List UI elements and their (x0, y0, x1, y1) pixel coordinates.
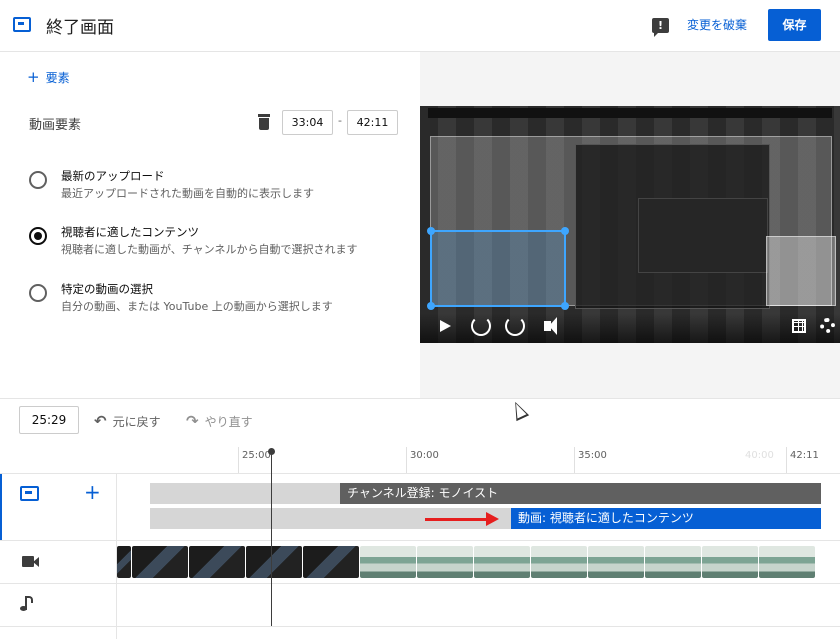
timeline-divider (0, 398, 840, 399)
undo-label: 元に戻す (112, 415, 161, 429)
page-title: 終了画面 (46, 18, 114, 38)
undo-icon: ↶ (94, 412, 107, 430)
add-element-plus-icon[interactable]: + (84, 480, 101, 504)
volume-icon[interactable] (544, 317, 557, 335)
end-time-input[interactable]: 42:11 (347, 110, 398, 135)
video-frame-menubar (428, 108, 832, 118)
end-screen-icon (13, 17, 31, 32)
option-title: 最新のアップロード (61, 169, 165, 183)
video-frame-graph (638, 198, 768, 273)
option-best-for-viewer[interactable]: 視聴者に適したコンテンツ 視聴者に適した動画が、チャンネルから自動で選択されます (29, 224, 409, 264)
undo-button[interactable]: ↶ 元に戻す (94, 412, 161, 430)
resize-handle[interactable] (427, 227, 435, 235)
active-track-indicator (0, 474, 2, 540)
resize-handle[interactable] (561, 302, 569, 310)
option-title: 特定の動画の選択 (61, 282, 153, 296)
forward-icon[interactable] (505, 316, 525, 336)
time-separator: - (338, 114, 342, 127)
track-divider (0, 540, 840, 541)
selected-video-element[interactable] (427, 227, 569, 310)
redo-button[interactable]: ↷ やり直す (186, 412, 253, 430)
add-element-button[interactable]: + 要素 (27, 68, 70, 86)
option-latest-upload[interactable]: 最新のアップロード 最近アップロードされた動画を自動的に表示します (29, 168, 409, 208)
redo-icon: ↷ (186, 412, 199, 430)
thumbnail (645, 546, 701, 578)
video-element-bar[interactable]: 動画: 視聴者に適したコンテンツ (511, 508, 821, 529)
save-button[interactable]: 保存 (768, 9, 821, 41)
subscribe-element-box[interactable] (766, 236, 836, 306)
ruler-tick (406, 447, 407, 473)
option-specific-video[interactable]: 特定の動画の選択 自分の動画、または YouTube 上の動画から選択します (29, 281, 409, 321)
radio-button[interactable] (29, 284, 47, 302)
radio-button[interactable] (29, 171, 47, 189)
ruler-label: 35:00 (578, 450, 607, 461)
thumbnail (360, 546, 416, 578)
radio-button-checked[interactable] (29, 227, 47, 245)
trash-icon[interactable] (258, 114, 270, 130)
ruler-tick (238, 447, 239, 473)
camera-icon (22, 556, 39, 567)
track-divider (0, 626, 840, 627)
video-element-label: 動画要素 (29, 118, 82, 133)
option-description: 最近アップロードされた動画を自動的に表示します (61, 187, 314, 200)
resize-handle[interactable] (561, 227, 569, 235)
ruler-tick (786, 447, 787, 473)
feedback-icon[interactable]: ! (652, 18, 669, 37)
thumbnail (531, 546, 587, 578)
option-title: 視聴者に適したコンテンツ (61, 225, 199, 239)
redo-label: やり直す (204, 415, 253, 429)
end-screen-icon (20, 486, 39, 501)
thumbnail (303, 546, 359, 578)
option-description: 視聴者に適した動画が、チャンネルから自動で選択されます (61, 243, 358, 256)
ruler-label: 40:00 (745, 450, 774, 461)
playhead-handle[interactable] (268, 448, 275, 455)
ruler-label-end: 42:11 (790, 450, 819, 461)
rewind-icon[interactable] (471, 316, 491, 336)
thumbnail (189, 546, 245, 578)
thumbnail (417, 546, 473, 578)
track-divider (0, 583, 840, 584)
start-time-input[interactable]: 33:04 (282, 110, 333, 135)
video-thumbnail-strip[interactable] (117, 546, 821, 578)
editor-header: 終了画面 ! 変更を破棄 保存 (0, 0, 840, 52)
playhead[interactable] (271, 450, 272, 626)
plus-icon: + (27, 68, 40, 86)
thumbnail (132, 546, 188, 578)
add-element-label: 要素 (45, 71, 70, 85)
current-time-input[interactable]: 25:29 (19, 406, 79, 434)
red-arrow-annotation (425, 512, 499, 526)
thumbnail (759, 546, 815, 578)
thumbnail (588, 546, 644, 578)
thumbnail (246, 546, 302, 578)
ruler-tick (574, 447, 575, 473)
resize-handle[interactable] (427, 302, 435, 310)
thumbnail (117, 546, 131, 578)
thumbnail (702, 546, 758, 578)
ruler-label: 30:00 (410, 450, 439, 461)
element-settings-panel: + 要素 動画要素 33:04 - 42:11 最新のアップロード 最近アップロー… (0, 52, 420, 398)
discard-changes-button[interactable]: 変更を破棄 (681, 12, 753, 38)
ruler-label: 25:00 (242, 450, 271, 461)
video-preview[interactable] (420, 106, 840, 343)
gear-icon[interactable] (820, 318, 835, 333)
thumbnail (474, 546, 530, 578)
grid-icon[interactable] (792, 319, 806, 333)
option-description: 自分の動画、または YouTube 上の動画から選択します (61, 300, 333, 313)
play-icon[interactable] (440, 320, 451, 332)
music-note-icon (20, 596, 33, 611)
ruler-baseline (0, 473, 840, 474)
channel-subscribe-element-bar[interactable]: チャンネル登録: モノイスト (340, 483, 821, 504)
